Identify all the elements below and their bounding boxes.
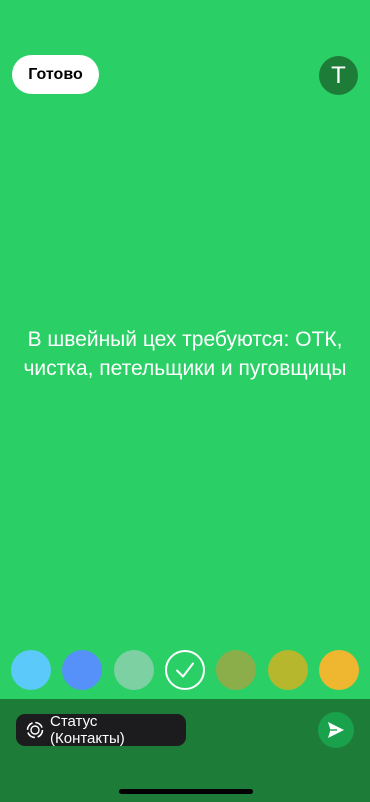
color-swatch-green-selected[interactable] (165, 650, 205, 690)
status-audience-label: Статус (Контакты) (50, 713, 125, 747)
home-indicator (119, 789, 253, 794)
send-arrow-icon (328, 722, 344, 738)
text-tool-label: T (331, 61, 346, 89)
color-swatch-light-blue[interactable] (11, 650, 51, 690)
checkmark-icon (176, 662, 194, 678)
done-button[interactable]: Готово (12, 55, 99, 94)
send-button[interactable] (318, 712, 354, 748)
color-swatch-olive[interactable] (216, 650, 256, 690)
status-audience-button[interactable]: Статус (Контакты) (16, 713, 186, 747)
color-swatch-amber[interactable] (319, 650, 359, 690)
status-text[interactable]: В швейный цех требуются: ОТК, чистка, пе… (20, 325, 350, 383)
text-tool-button[interactable]: T (319, 56, 358, 95)
color-palette (0, 650, 370, 692)
color-swatch-blue[interactable] (62, 650, 102, 690)
status-ring-icon (26, 721, 44, 739)
color-swatch-mint[interactable] (114, 650, 154, 690)
color-swatch-mustard[interactable] (268, 650, 308, 690)
status-composer-canvas: Готово T В швейный цех требуются: ОТК, ч… (0, 0, 370, 802)
bottom-bar: Статус (Контакты) (0, 699, 370, 802)
